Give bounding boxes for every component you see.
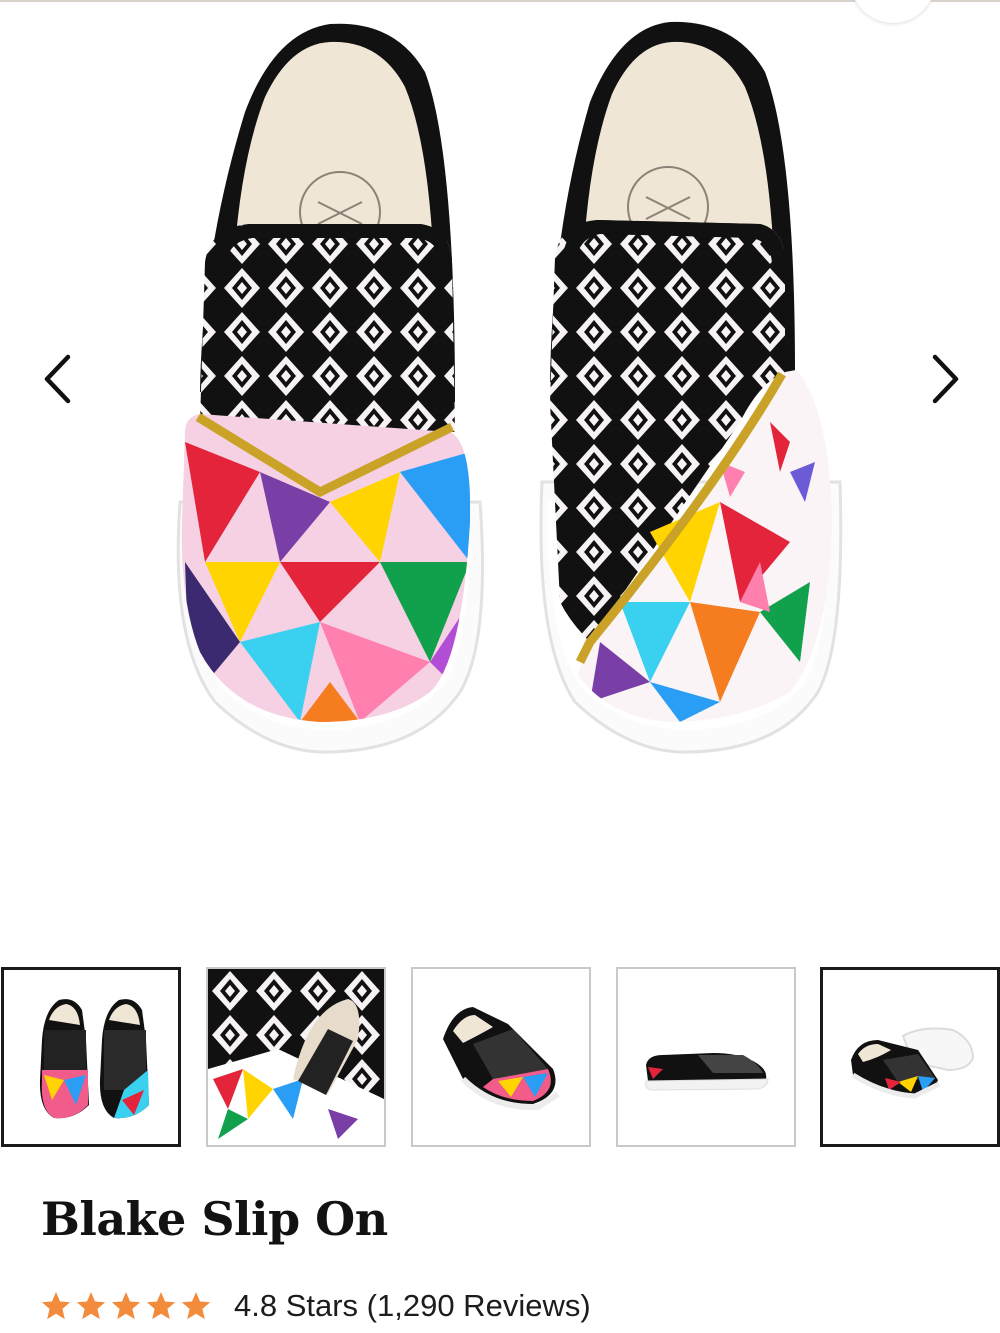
chevron-left-icon [44, 354, 71, 404]
product-title: Blake Slip On [41, 1192, 388, 1246]
previous-image-button[interactable] [27, 347, 87, 411]
star-icon [41, 1292, 71, 1320]
star-icon [76, 1292, 106, 1320]
thumbnail-4[interactable] [616, 967, 796, 1147]
left-shoe-illustration [176, 23, 484, 754]
thumbnail-strip [0, 967, 1000, 1147]
rating-summary: 4.8 Stars (1,290 Reviews) [234, 1288, 591, 1323]
star-icon [111, 1292, 141, 1320]
next-image-button[interactable] [916, 347, 976, 411]
chevron-right-icon [932, 354, 959, 404]
star-icon [146, 1292, 176, 1320]
star-rating [40, 1290, 212, 1322]
thumbnail-2[interactable] [206, 967, 386, 1147]
thumbnail-3[interactable] [411, 967, 591, 1147]
thumbnail-5[interactable] [820, 967, 1000, 1147]
right-shoe-illustration [539, 21, 843, 754]
product-hero-image [0, 2, 1000, 940]
star-icon [181, 1292, 211, 1320]
thumbnail-1[interactable] [1, 967, 181, 1147]
product-rating[interactable]: 4.8 Stars (1,290 Reviews) [40, 1284, 591, 1328]
